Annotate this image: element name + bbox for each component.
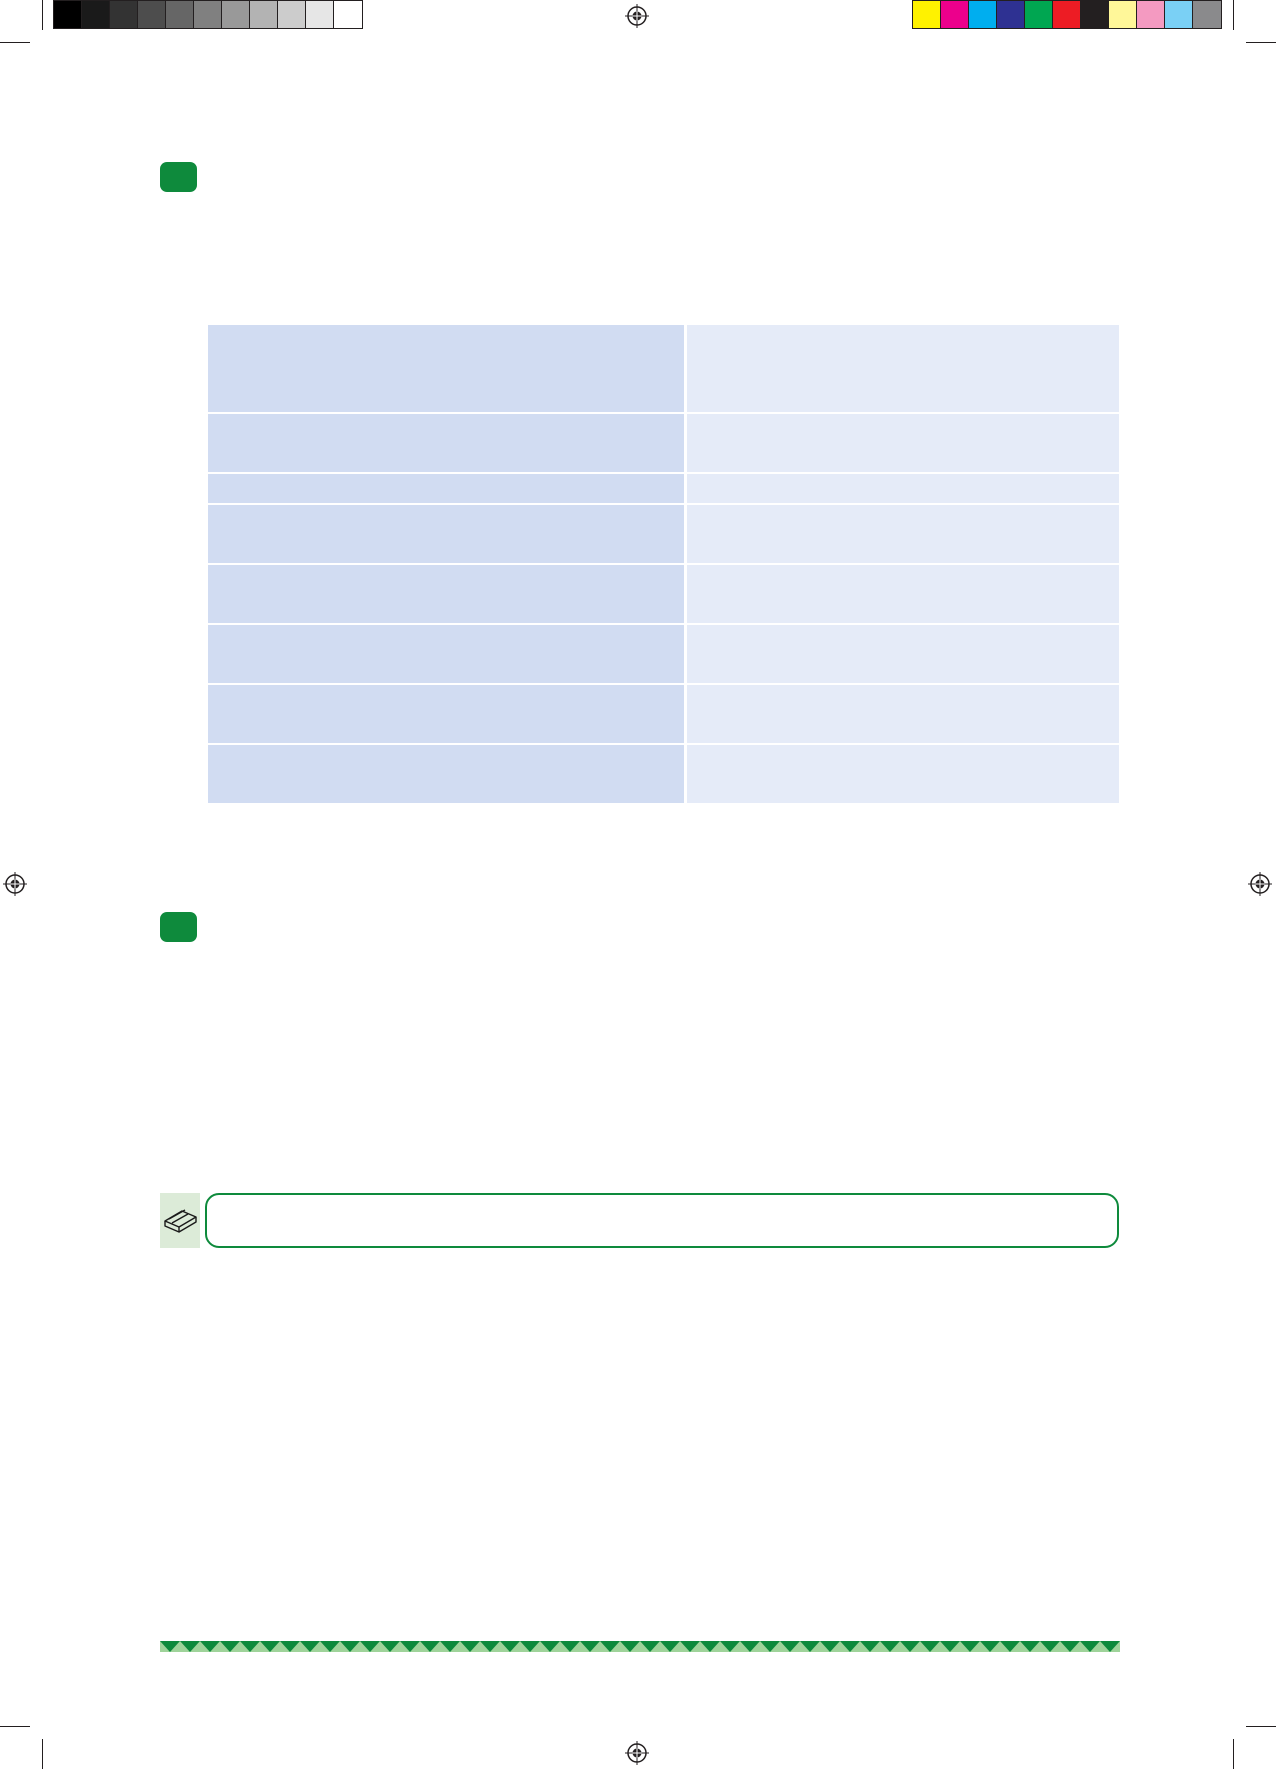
table-row <box>208 684 1119 745</box>
crop-mark-bottom-left-h <box>0 1726 30 1727</box>
color-swatch <box>913 1 941 28</box>
color-swatch <box>1137 1 1165 28</box>
table-row <box>208 325 1119 414</box>
color-swatch <box>166 1 194 28</box>
color-swatch <box>1165 1 1193 28</box>
color-swatch <box>1109 1 1137 28</box>
table-cell-right <box>685 564 1119 625</box>
registration-mark-icon <box>3 872 27 896</box>
section-marker-1 <box>160 162 197 192</box>
crop-mark-bottom-right-h <box>1246 1726 1276 1727</box>
grayscale-color-bar <box>53 0 363 29</box>
color-swatch <box>941 1 969 28</box>
table-row <box>208 744 1119 803</box>
table-cell-left <box>208 504 687 565</box>
color-swatch <box>110 1 138 28</box>
note-box <box>205 1193 1119 1248</box>
color-swatch <box>334 1 362 28</box>
crop-mark-bottom-left-v <box>42 1739 43 1769</box>
table-cell-right <box>685 413 1119 474</box>
registration-mark-icon <box>1248 872 1272 896</box>
table-cell-left <box>208 564 687 625</box>
color-swatch <box>222 1 250 28</box>
table-row <box>208 564 1119 625</box>
color-swatch <box>194 1 222 28</box>
crop-mark-top-left-v <box>42 0 43 30</box>
table-cell-right <box>685 744 1119 803</box>
table-cell-left <box>208 325 687 414</box>
color-swatch <box>1053 1 1081 28</box>
book-icon <box>164 1209 197 1233</box>
table-row <box>208 473 1119 505</box>
table-cell-right <box>685 624 1119 685</box>
info-table <box>208 325 1119 803</box>
color-swatch <box>54 1 82 28</box>
note-icon-container <box>160 1193 200 1248</box>
table-cell-left <box>208 413 687 474</box>
crop-mark-top-right-v <box>1233 0 1234 30</box>
table-cell-right <box>685 473 1119 505</box>
color-swatch <box>250 1 278 28</box>
color-swatch <box>82 1 110 28</box>
table-cell-right <box>685 504 1119 565</box>
table-row <box>208 413 1119 474</box>
color-swatch <box>278 1 306 28</box>
color-swatch <box>1081 1 1109 28</box>
crop-mark-bottom-right-v <box>1233 1739 1234 1769</box>
table-row <box>208 624 1119 685</box>
crop-mark-top-left-h <box>0 42 30 43</box>
color-swatch <box>1193 1 1221 28</box>
color-swatch <box>306 1 334 28</box>
registration-mark-icon <box>625 4 649 28</box>
color-swatch <box>969 1 997 28</box>
table-cell-right <box>685 684 1119 745</box>
table-cell-right <box>685 325 1119 414</box>
table-cell-left <box>208 744 687 803</box>
crop-mark-top-right-h <box>1246 42 1276 43</box>
table-row <box>208 504 1119 565</box>
color-swatch <box>997 1 1025 28</box>
table-cell-left <box>208 624 687 685</box>
footer-decorative-strip <box>160 1641 1120 1652</box>
color-swatch <box>138 1 166 28</box>
section-marker-2 <box>160 912 197 942</box>
registration-mark-icon <box>625 1741 649 1765</box>
color-swatch <box>1025 1 1053 28</box>
table-cell-left <box>208 473 687 505</box>
process-color-bar <box>912 0 1222 29</box>
table-cell-left <box>208 684 687 745</box>
